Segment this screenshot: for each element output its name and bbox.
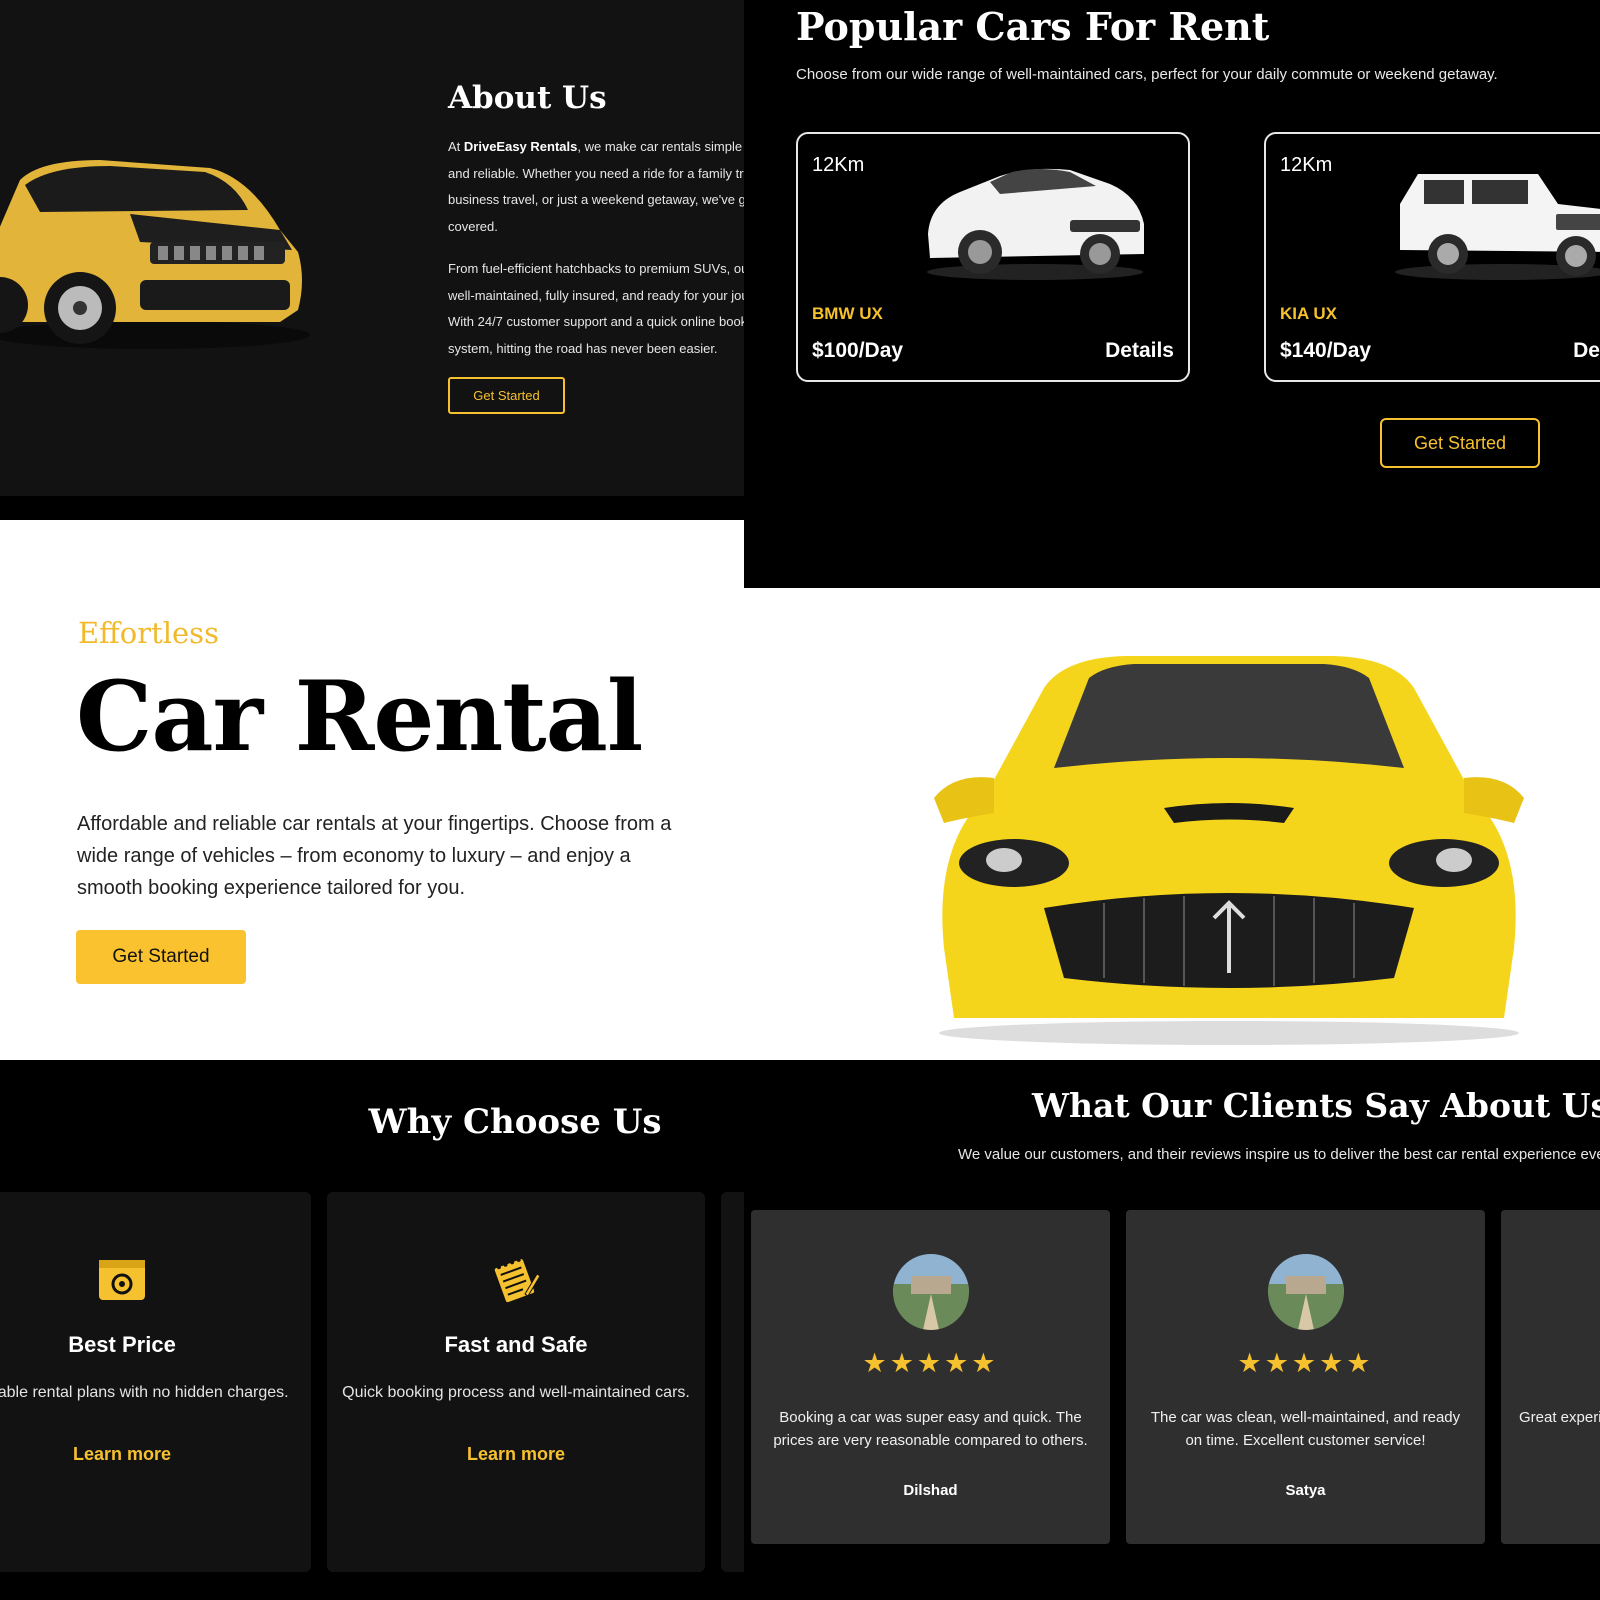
- about-title: About Us: [448, 80, 607, 116]
- about-p1-line-1: , we make car rentals simple: [577, 139, 743, 154]
- rating-stars: ★★★★★: [862, 1348, 999, 1378]
- about-p2-line-4: system, hitting the road has never been …: [448, 340, 718, 356]
- about-p1-line-4: covered.: [448, 218, 498, 234]
- avatar: [892, 1254, 969, 1330]
- hero-description: Affordable and reliable car rentals at y…: [77, 813, 672, 899]
- feature-title: Best Price: [68, 1332, 176, 1357]
- white-jeep-image: [1395, 174, 1600, 280]
- about-get-started-button[interactable]: Get Started: [448, 377, 565, 414]
- about-section: About Us At DriveEasy Rentals, we make c…: [0, 0, 744, 496]
- feature-title: Fast and Safe: [444, 1332, 588, 1357]
- review-author: Satya: [1285, 1482, 1326, 1499]
- testimonial-card: ★★★★★ The car was clean, well-maintained…: [1126, 1210, 1485, 1544]
- hero-get-started-button[interactable]: Get Started: [76, 930, 246, 984]
- car-details-link[interactable]: Details: [1573, 339, 1600, 363]
- car-price: $100/Day: [812, 339, 904, 362]
- feature-card: Best Price Affordable rental plans with …: [0, 1192, 311, 1572]
- popular-cars-section: Popular Cars For Rent Choose from our wi…: [744, 0, 1600, 588]
- car-details-link[interactable]: Details: [1105, 339, 1174, 363]
- popular-get-started-button[interactable]: Get Started: [1380, 418, 1540, 468]
- about-p1-line-3: business travel, or just a weekend getaw…: [448, 192, 744, 207]
- wallet-icon: [99, 1260, 145, 1300]
- testimonials-subtitle: We value our customers, and their review…: [958, 1146, 1600, 1163]
- notepad-icon: [494, 1257, 541, 1303]
- rating-stars: ★★★★★: [1237, 1348, 1374, 1378]
- hero-title: Car Rental: [76, 660, 643, 773]
- learn-more-link[interactable]: Learn more: [327, 1444, 705, 1465]
- about-p1-prefix: At: [448, 139, 464, 154]
- popular-cars-subtitle: Choose from our wide range of well-maint…: [796, 66, 1498, 83]
- why-choose-title: Why Choose Us: [368, 1102, 662, 1142]
- car-distance: 12Km: [1280, 154, 1333, 176]
- car-distance: 12Km: [812, 154, 865, 176]
- review-text: Great experience! Smooth booking process…: [1519, 1409, 1600, 1426]
- why-choose-section: Why Choose Us Best Price Affordable rent…: [0, 1060, 744, 1600]
- yellow-sports-car-image: [934, 656, 1524, 1045]
- hero-section: Effortless Car Rental Affordable and rel…: [0, 520, 744, 1060]
- feature-description: Quick booking process and well-maintaine…: [342, 1384, 690, 1401]
- about-p2-line-1: From fuel-efficient hatchbacks to premiu…: [448, 261, 744, 276]
- car-card[interactable]: 12Km BMW UX $100/Day Details: [796, 132, 1190, 382]
- learn-more-link[interactable]: Learn more: [0, 1444, 311, 1465]
- yellow-suv-image: [0, 160, 310, 349]
- car-model: KIA UX: [1280, 304, 1337, 323]
- about-paragraph-2: From fuel-efficient hatchbacks to premiu…: [448, 256, 744, 362]
- review-text: The car was clean, well-maintained, and …: [1150, 1409, 1461, 1449]
- about-p2-line-2: well-maintained, fully insured, and read…: [448, 287, 744, 303]
- testimonial-card: Great experience! Smooth booking process…: [1501, 1210, 1600, 1544]
- hero-eyebrow: Effortless: [78, 616, 219, 650]
- testimonials-section: What Our Clients Say About Us We value o…: [744, 1060, 1600, 1600]
- white-suv-image: [927, 168, 1144, 280]
- car-model: BMW UX: [812, 304, 883, 323]
- brand-name: DriveEasy Rentals: [463, 139, 578, 154]
- about-p2-line-3: With 24/7 customer support and a quick o…: [448, 314, 744, 329]
- feature-card-partial: [721, 1192, 744, 1572]
- testimonials-title: What Our Clients Say About Us: [1032, 1086, 1600, 1125]
- about-p1-line-2: and reliable. Whether you need a ride fo…: [448, 165, 744, 181]
- popular-cars-title: Popular Cars For Rent: [796, 4, 1270, 49]
- review-author: Dilshad: [903, 1482, 958, 1499]
- review-text: Booking a car was super easy and quick. …: [773, 1409, 1088, 1449]
- car-card[interactable]: 12Km KIA UX $140/Day Details: [1264, 132, 1600, 382]
- feature-description: Affordable rental plans with no hidden c…: [0, 1384, 289, 1401]
- avatar: [1267, 1254, 1344, 1330]
- car-price: $140/Day: [1280, 339, 1372, 362]
- hero-image-section: [744, 588, 1600, 1060]
- feature-card: Fast and Safe Quick booking process and …: [327, 1192, 705, 1572]
- about-paragraph-1: At DriveEasy Rentals, we make car rental…: [448, 134, 744, 240]
- testimonial-card: ★★★★★ Booking a car was super easy and q…: [751, 1210, 1110, 1544]
